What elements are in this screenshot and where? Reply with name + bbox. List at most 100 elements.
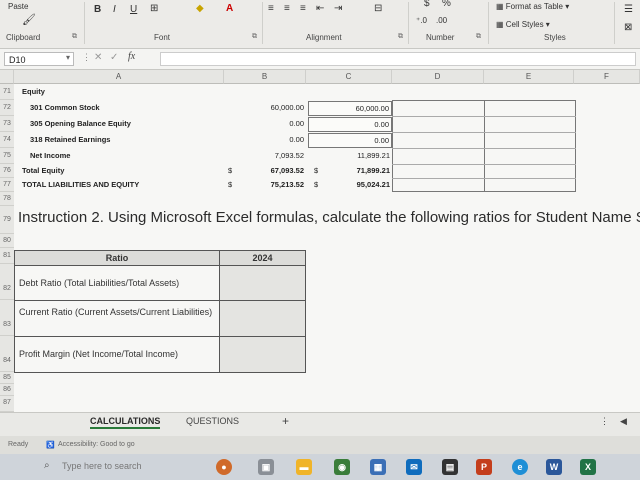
add-sheet-button[interactable]: + — [282, 414, 289, 428]
row-header[interactable]: 82 — [0, 264, 14, 300]
ratio-value-cell[interactable] — [219, 300, 306, 337]
alignment-launcher-icon[interactable]: ⧉ — [398, 33, 403, 41]
align-left-icon[interactable]: ≡ — [268, 3, 274, 14]
total-liabilities-equity-2023[interactable]: 75,213.52 — [240, 180, 304, 189]
column-header-a[interactable]: A — [14, 70, 224, 84]
file-explorer-icon[interactable]: ▬ — [296, 459, 312, 475]
accessibility-icon[interactable]: ♿ — [46, 441, 55, 449]
name-box[interactable]: D10 — [4, 52, 74, 66]
currency-button[interactable]: $ — [424, 0, 430, 9]
insert-function-button[interactable]: fx — [128, 51, 135, 62]
bold-button[interactable]: B — [94, 4, 101, 15]
mail-icon[interactable]: ✉ — [406, 459, 422, 475]
more-options-icon[interactable]: ⋮ — [82, 52, 91, 63]
align-center-icon[interactable]: ≡ — [284, 3, 290, 14]
value-2023[interactable]: 0.00 — [240, 119, 304, 128]
search-icon[interactable]: ⌕ — [44, 460, 50, 471]
widgets-icon[interactable]: ● — [216, 459, 232, 475]
excel-icon[interactable]: X — [580, 459, 596, 475]
decrease-indent-icon[interactable]: ⇤ — [316, 3, 324, 14]
app-icon[interactable]: ▤ — [442, 459, 458, 475]
instruction-text[interactable]: Instruction 2. Using Microsoft Excel for… — [18, 209, 640, 226]
calendar-icon[interactable]: ▦ — [370, 459, 386, 475]
row-header[interactable]: 78 — [0, 192, 14, 206]
row-label[interactable]: 301 Common Stock — [30, 103, 100, 112]
select-all-corner[interactable] — [0, 70, 14, 84]
row-label[interactable]: Net Income — [30, 151, 70, 160]
enter-icon[interactable]: ✓ — [110, 52, 118, 63]
insert-cells-icon[interactable]: ☰ — [624, 4, 633, 15]
ratio-label[interactable]: Profit Margin (Net Income/Total Income) — [14, 336, 220, 373]
task-view-icon[interactable]: ▣ — [258, 459, 274, 475]
edge-icon[interactable]: e — [512, 459, 528, 475]
total-equity-label[interactable]: Total Equity — [22, 166, 64, 175]
borders-icon[interactable]: ⊞ — [150, 3, 158, 14]
value-2024[interactable]: 11,899.21 — [308, 151, 390, 160]
value-2024[interactable]: 60,000.00 — [308, 101, 392, 116]
align-right-icon[interactable]: ≡ — [300, 3, 306, 14]
paste-button[interactable]: Paste — [8, 2, 28, 11]
accessibility-status[interactable]: Accessibility: Good to go — [58, 441, 135, 448]
more-tabs-icon[interactable]: ⋮ — [600, 416, 609, 427]
value-2023[interactable]: 7,093.52 — [240, 151, 304, 160]
increase-indent-icon[interactable]: ⇥ — [334, 3, 342, 14]
row-header[interactable]: 71 — [0, 84, 14, 100]
merge-center-icon[interactable]: ⊟ — [374, 3, 382, 14]
name-box-dropdown-icon[interactable]: ▾ — [66, 53, 70, 62]
value-2023[interactable]: 60,000.00 — [240, 103, 304, 112]
row-header[interactable]: 77 — [0, 178, 14, 192]
fill-color-icon[interactable]: ◆ — [196, 3, 204, 14]
font-color-button[interactable]: A — [226, 3, 233, 14]
tab-questions[interactable]: QUESTIONS — [186, 416, 239, 426]
taskbar-search-input[interactable]: Type here to search — [62, 461, 142, 471]
scroll-left-icon[interactable]: ◀ — [620, 416, 627, 427]
percent-button[interactable]: % — [442, 0, 451, 9]
row-header[interactable]: 80 — [0, 234, 14, 248]
cancel-icon[interactable]: ✕ — [94, 52, 102, 63]
value-2024[interactable]: 0.00 — [308, 117, 392, 132]
cell-styles-button[interactable]: ▦ Cell Styles ▾ — [496, 20, 550, 29]
increase-decimal-icon[interactable]: ⁺.0 — [416, 16, 427, 25]
column-header-c[interactable]: C — [306, 70, 392, 84]
column-header-f[interactable]: F — [574, 70, 640, 84]
decrease-decimal-icon[interactable]: .00 — [436, 16, 447, 25]
ratio-label[interactable]: Current Ratio (Current Assets/Current Li… — [14, 300, 220, 337]
value-2024[interactable]: 0.00 — [308, 133, 392, 148]
row-label[interactable]: 305 Opening Balance Equity — [30, 119, 131, 128]
row-header[interactable]: 86 — [0, 384, 14, 396]
underline-button[interactable]: U — [130, 4, 137, 15]
row-header[interactable]: 73 — [0, 116, 14, 132]
powerpoint-icon[interactable]: P — [476, 459, 492, 475]
column-header-b[interactable]: B — [224, 70, 306, 84]
column-header-e[interactable]: E — [484, 70, 574, 84]
row-header[interactable]: 75 — [0, 148, 14, 164]
formula-input[interactable] — [160, 52, 636, 66]
row-header[interactable]: 87 — [0, 396, 14, 412]
row-header[interactable]: 79 — [0, 206, 14, 234]
format-painter-icon[interactable]: 🖌 — [22, 13, 36, 26]
row-label[interactable]: 318 Retained Earnings — [30, 135, 110, 144]
row-header[interactable]: 76 — [0, 164, 14, 178]
delete-cells-icon[interactable]: ⊠ — [624, 22, 632, 33]
equity-heading[interactable]: Equity — [22, 87, 45, 96]
row-header[interactable]: 81 — [0, 248, 14, 264]
ratio-value-cell[interactable] — [219, 265, 306, 301]
total-liabilities-equity-label[interactable]: TOTAL LIABILITIES AND EQUITY — [22, 180, 139, 189]
format-as-table-button[interactable]: ▦ Format as Table ▾ — [496, 2, 569, 11]
column-header-d[interactable]: D — [392, 70, 484, 84]
number-launcher-icon[interactable]: ⧉ — [476, 33, 481, 41]
year-header[interactable]: 2024 — [219, 250, 306, 266]
word-icon[interactable]: W — [546, 459, 562, 475]
font-launcher-icon[interactable]: ⧉ — [252, 33, 257, 41]
value-2023[interactable]: 0.00 — [240, 135, 304, 144]
total-equity-2023[interactable]: 67,093.52 — [240, 166, 304, 175]
ratio-label[interactable]: Debt Ratio (Total Liabilities/Total Asse… — [14, 265, 220, 301]
row-header[interactable]: 85 — [0, 372, 14, 384]
row-header[interactable]: 84 — [0, 336, 14, 372]
row-header[interactable]: 83 — [0, 300, 14, 336]
ratio-value-cell[interactable] — [219, 336, 306, 373]
row-header[interactable]: 74 — [0, 132, 14, 148]
tab-calculations[interactable]: CALCULATIONS — [90, 416, 161, 429]
game-app-icon[interactable]: ◉ — [334, 459, 350, 475]
ratio-header[interactable]: Ratio — [14, 250, 220, 266]
